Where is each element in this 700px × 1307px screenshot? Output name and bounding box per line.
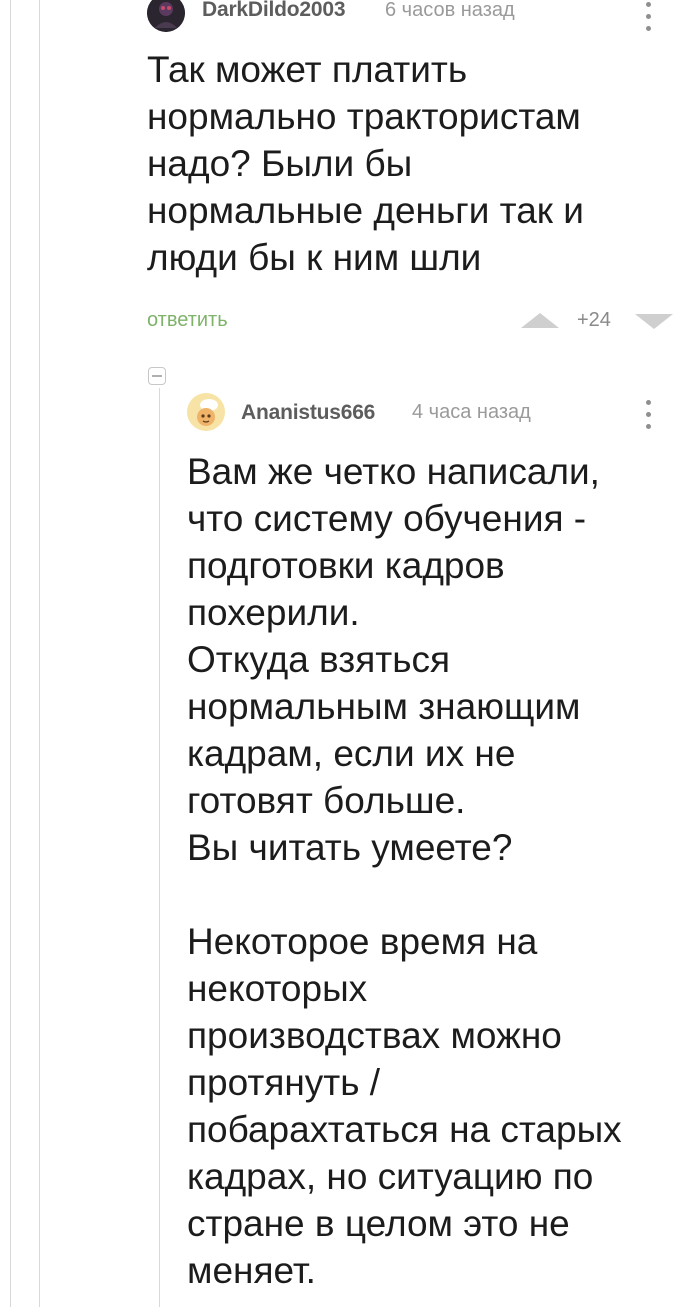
cartoon-avatar-icon: [187, 393, 225, 431]
user-avatar[interactable]: [147, 0, 185, 32]
collapse-thread-button[interactable]: [148, 367, 166, 385]
reply-button[interactable]: ответить: [147, 309, 228, 332]
timestamp[interactable]: 4 часа назад: [412, 401, 531, 424]
user-avatar[interactable]: [187, 393, 225, 431]
username[interactable]: DarkDildo2003: [202, 0, 346, 22]
more-vertical-icon[interactable]: [643, 2, 653, 31]
timestamp[interactable]: 6 часов назад: [385, 0, 515, 22]
thread-line-outer: [10, 0, 11, 1307]
more-vertical-icon[interactable]: [643, 400, 653, 429]
comment-text: Так может платить нормально трактористам…: [147, 49, 584, 278]
thread-line-level-1: [39, 0, 40, 1307]
upvote-icon[interactable]: [521, 313, 559, 328]
thread-line-level-2: [159, 388, 160, 1307]
downvote-icon[interactable]: [635, 314, 673, 329]
dark-avatar-icon: [147, 0, 185, 32]
rating-count: +24: [577, 309, 611, 331]
comment-text: Вам же четко написали, что систему обуче…: [187, 451, 622, 1291]
username[interactable]: Ananistus666: [241, 401, 375, 425]
